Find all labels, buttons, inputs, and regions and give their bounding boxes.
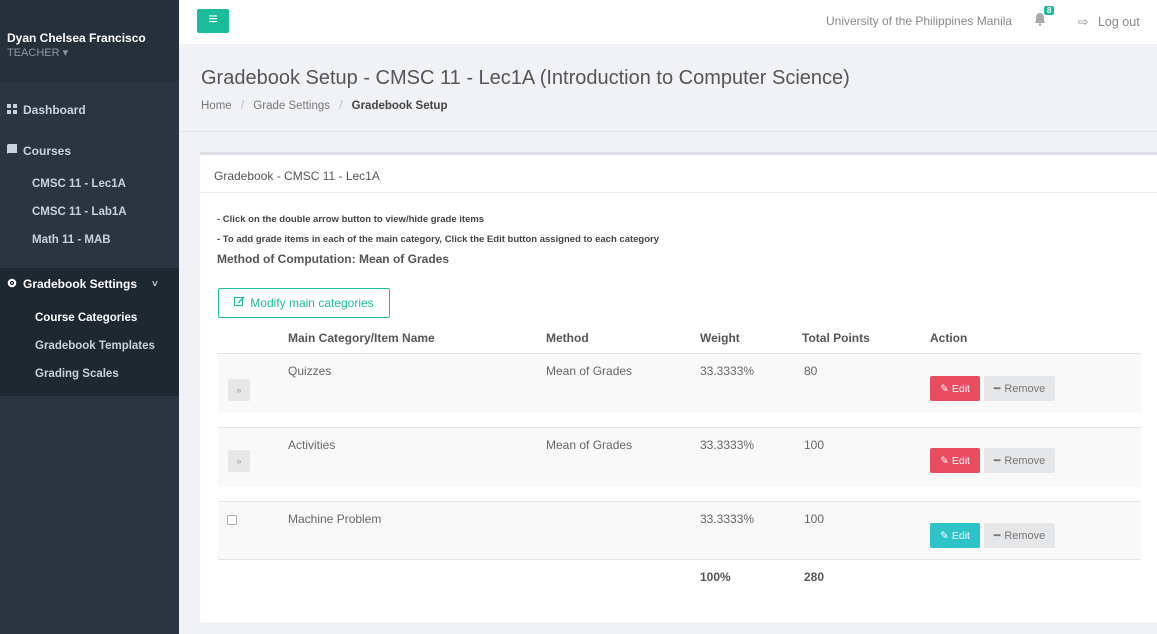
table-row: Machine Problem 33.3333% 100 ✎ Edit ━ Remo… <box>218 501 1141 559</box>
column-header-weight: Weight <box>700 331 740 345</box>
sidebar-item-label: Courses <box>23 144 72 158</box>
minus-icon: ━ <box>993 383 1001 395</box>
logout-icon: ⇨ <box>1078 15 1089 29</box>
instruction-note: - Click on the double arrow button to vi… <box>217 214 485 225</box>
remove-label: Remove <box>1004 454 1046 467</box>
column-header-name: Main Category/Item Name <box>288 331 435 345</box>
book-icon <box>7 144 17 158</box>
user-panel: Dyan Chelsea Francisco TEACHER ▾ <box>0 0 179 82</box>
header-divider <box>179 131 1157 132</box>
table-bottom-border <box>218 559 1141 560</box>
sidebar-item-label: Gradebook Settings <box>23 277 138 291</box>
menu-toggle-button[interactable]: ≡ <box>197 9 229 33</box>
category-method: Mean of Grades <box>546 438 633 452</box>
remove-button[interactable]: ━ Remove <box>984 448 1055 473</box>
expand-toggle-button[interactable]: » <box>228 450 250 472</box>
dashboard-icon <box>7 103 17 117</box>
remove-label: Remove <box>1004 529 1046 542</box>
instruction-note: - To add grade items in each of the main… <box>217 234 660 245</box>
breadcrumb: Home / Grade Settings / Gradebook Setup <box>201 100 447 112</box>
method-of-computation: Method of Computation: Mean of Grades <box>217 252 449 266</box>
edit-icon: ✎ <box>940 529 949 542</box>
sidebar-item-gradebook-templates[interactable]: Gradebook Templates <box>35 340 155 352</box>
column-header-action: Action <box>930 331 968 345</box>
edit-label: Edit <box>951 454 970 467</box>
total-points: 280 <box>804 570 825 584</box>
gear-icon <box>7 277 17 291</box>
sidebar-course-item[interactable]: CMSC 11 - Lec1A <box>32 178 126 190</box>
edit-button[interactable]: ✎ Edit <box>930 523 980 548</box>
sidebar-item-label: Dashboard <box>23 103 86 117</box>
gradebook-card: Gradebook - CMSC 11 - Lec1A - Click on t… <box>200 152 1157 622</box>
edit-button[interactable]: ✎ Edit <box>930 376 980 401</box>
breadcrumb-grade-settings[interactable]: Grade Settings <box>253 100 330 112</box>
row-checkbox[interactable] <box>227 515 237 525</box>
table-row: » Activities Mean of Grades 33.3333% 100… <box>218 427 1141 487</box>
breadcrumb-separator: / <box>339 100 343 112</box>
total-weight: 100% <box>700 570 731 584</box>
category-name: Activities <box>288 438 336 452</box>
remove-button[interactable]: ━ Remove <box>984 376 1055 401</box>
category-points: 100 <box>804 512 825 526</box>
category-points: 80 <box>804 364 818 378</box>
logout-link[interactable]: ⇨ Log out <box>1078 14 1140 29</box>
column-header-method: Method <box>546 331 589 345</box>
user-name: Dyan Chelsea Francisco <box>7 31 146 45</box>
breadcrumb-home[interactable]: Home <box>201 100 232 112</box>
table-row: » Quizzes Mean of Grades 33.3333% 80 ✎ Ed… <box>218 353 1141 413</box>
edit-icon: ✎ <box>940 454 949 467</box>
edit-icon <box>234 296 245 310</box>
category-points: 100 <box>804 438 825 452</box>
category-name: Machine Problem <box>288 512 382 526</box>
sidebar-course-item[interactable]: CMSC 11 - Lab1A <box>32 206 127 218</box>
user-role-dropdown[interactable]: TEACHER ▾ <box>7 46 68 59</box>
notification-badge: 8 <box>1044 6 1055 15</box>
breadcrumb-current: Gradebook Setup <box>351 100 448 112</box>
sidebar: Dyan Chelsea Francisco TEACHER ▾ Dashboa… <box>0 0 179 634</box>
sidebar-item-courses[interactable]: Courses <box>7 144 71 158</box>
sidebar-item-dashboard[interactable]: Dashboard <box>7 103 86 117</box>
sidebar-course-item[interactable]: Math 11 - MAB <box>32 234 111 246</box>
category-weight: 33.3333% <box>700 512 755 526</box>
edit-label: Edit <box>951 382 970 395</box>
category-method: Mean of Grades <box>546 364 633 378</box>
category-weight: 33.3333% <box>700 364 755 378</box>
remove-button[interactable]: ━ Remove <box>984 523 1055 548</box>
sidebar-item-gradebook-settings[interactable]: Gradebook Settings <box>7 277 137 291</box>
minus-icon: ━ <box>993 455 1001 467</box>
breadcrumb-separator: / <box>240 100 245 112</box>
modify-button-label: Modify main categories <box>250 296 374 310</box>
logout-label: Log out <box>1097 15 1140 29</box>
column-header-total-points: Total Points <box>802 331 870 345</box>
university-name: University of the Philippines Manila <box>826 14 1013 28</box>
category-weight: 33.3333% <box>700 438 755 452</box>
edit-label: Edit <box>951 529 970 542</box>
topbar: ≡ University of the Philippines Manila 8… <box>179 0 1157 44</box>
minus-icon: ━ <box>993 530 1001 542</box>
card-title: Gradebook - CMSC 11 - Lec1A <box>214 169 380 183</box>
edit-icon: ✎ <box>940 382 949 395</box>
category-name: Quizzes <box>288 364 332 378</box>
sidebar-item-grading-scales[interactable]: Grading Scales <box>35 368 119 380</box>
modify-main-categories-button[interactable]: Modify main categories <box>218 288 390 318</box>
edit-button[interactable]: ✎ Edit <box>930 448 980 473</box>
expand-toggle-button[interactable]: » <box>228 379 250 401</box>
remove-label: Remove <box>1004 382 1046 395</box>
page-title: Gradebook Setup - CMSC 11 - Lec1A (Intro… <box>201 67 850 89</box>
chevron-down-icon[interactable]: ˅ <box>152 279 158 290</box>
sidebar-item-course-categories[interactable]: Course Categories <box>35 312 137 324</box>
card-divider <box>200 192 1157 193</box>
